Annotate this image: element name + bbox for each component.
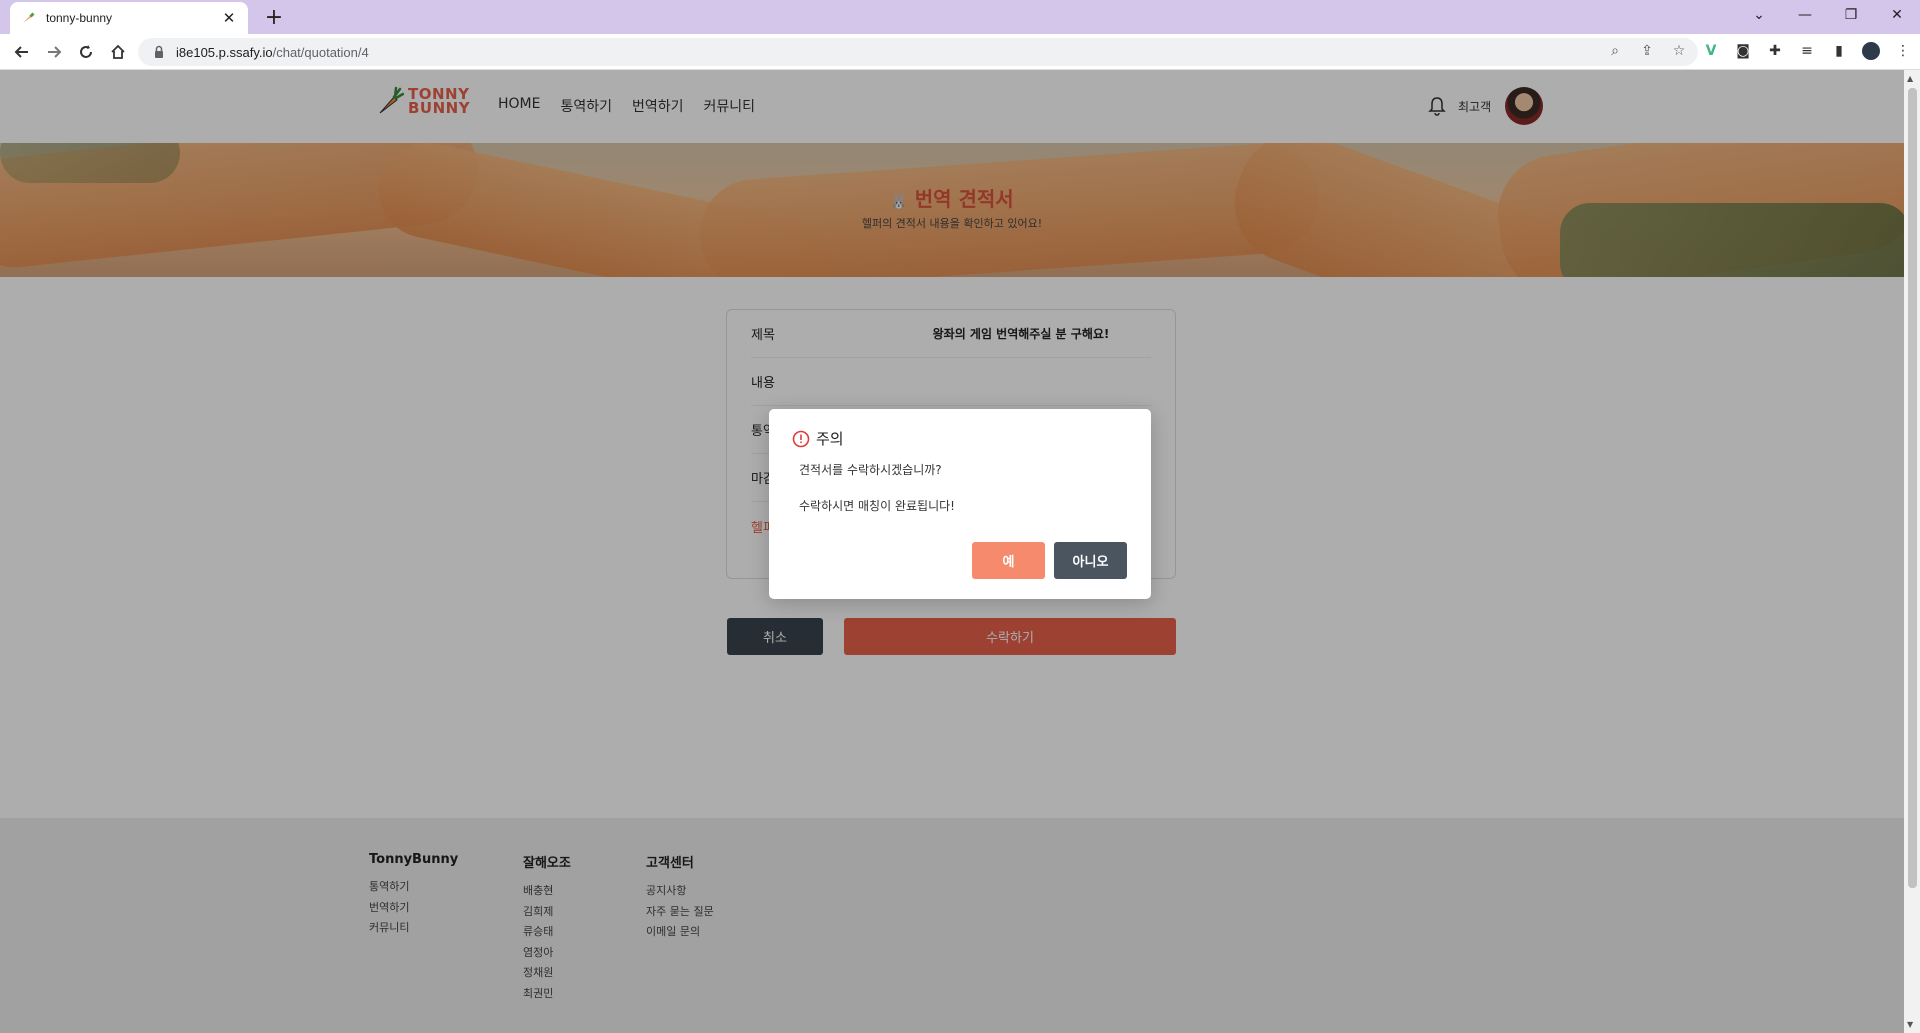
warning-icon (792, 430, 810, 447)
close-window-button[interactable]: ✕ (1874, 0, 1920, 30)
home-icon[interactable] (106, 40, 130, 64)
page-scrollbar[interactable]: ▲ ▼ (1904, 70, 1920, 1033)
scroll-up-arrow-icon[interactable]: ▲ (1907, 74, 1913, 83)
page-viewport: TONNY BUNNY HOME 통역하기 번역하기 커뮤니티 최고객 🐰 번역… (0, 70, 1904, 1033)
scroll-down-arrow-icon[interactable]: ▼ (1907, 1020, 1913, 1029)
lock-icon (155, 45, 163, 58)
new-tab-button[interactable]: + (262, 5, 286, 30)
bookmark-star-icon[interactable]: ☆ (1670, 42, 1688, 60)
tab-title: tonny-bunny (46, 11, 113, 25)
no-button[interactable]: 아니오 (1054, 542, 1127, 579)
forward-arrow-icon[interactable] (42, 40, 66, 64)
yes-button[interactable]: 예 (972, 542, 1045, 579)
dialog-title: 주의 (816, 430, 844, 448)
tab-search-icon[interactable]: ⌄ (1736, 0, 1782, 30)
carrot-favicon-icon (20, 10, 36, 26)
scrollbar-thumb[interactable] (1908, 88, 1917, 888)
reading-list-icon[interactable]: ≡ (1796, 40, 1818, 62)
zoom-icon[interactable]: ⌕ (1606, 42, 1624, 60)
dialog-message-detail: 수락하시면 매칭이 완료됩니다! (799, 499, 955, 513)
reload-icon[interactable] (74, 40, 98, 64)
vue-devtools-icon[interactable]: V (1700, 40, 1722, 62)
profile-avatar-icon[interactable] (1860, 40, 1882, 62)
tab-close-icon[interactable]: ✕ (220, 9, 238, 27)
extensions-puzzle-icon[interactable]: ✚ (1764, 40, 1786, 62)
back-arrow-icon[interactable] (10, 40, 34, 64)
side-panel-icon[interactable]: ▮ (1828, 40, 1850, 62)
browser-menu-icon[interactable]: ⋮ (1892, 40, 1914, 62)
minimize-button[interactable]: — (1782, 0, 1828, 30)
restore-button[interactable]: ❐ (1828, 0, 1874, 30)
dialog-message: 견적서를 수락하시겠습니까? (799, 463, 942, 477)
dialog-header: 주의 (792, 428, 844, 449)
browser-tab-bar: tonny-bunny ✕ + ⌄ — ❐ ✕ (0, 0, 1920, 34)
confirm-dialog: 주의 견적서를 수락하시겠습니까? 수락하시면 매칭이 완료됩니다! 예 아니오 (769, 409, 1151, 599)
url-text: i8e105.p.ssafy.io/chat/quotation/4 (176, 44, 369, 60)
camera-icon[interactable]: ◙ (1732, 40, 1754, 62)
browser-tab[interactable]: tonny-bunny ✕ (10, 2, 248, 34)
address-bar[interactable]: i8e105.p.ssafy.io/chat/quotation/4 ⌕ ⇪ ☆ (138, 38, 1698, 66)
share-icon[interactable]: ⇪ (1638, 42, 1656, 60)
browser-toolbar: i8e105.p.ssafy.io/chat/quotation/4 ⌕ ⇪ ☆… (0, 34, 1920, 70)
